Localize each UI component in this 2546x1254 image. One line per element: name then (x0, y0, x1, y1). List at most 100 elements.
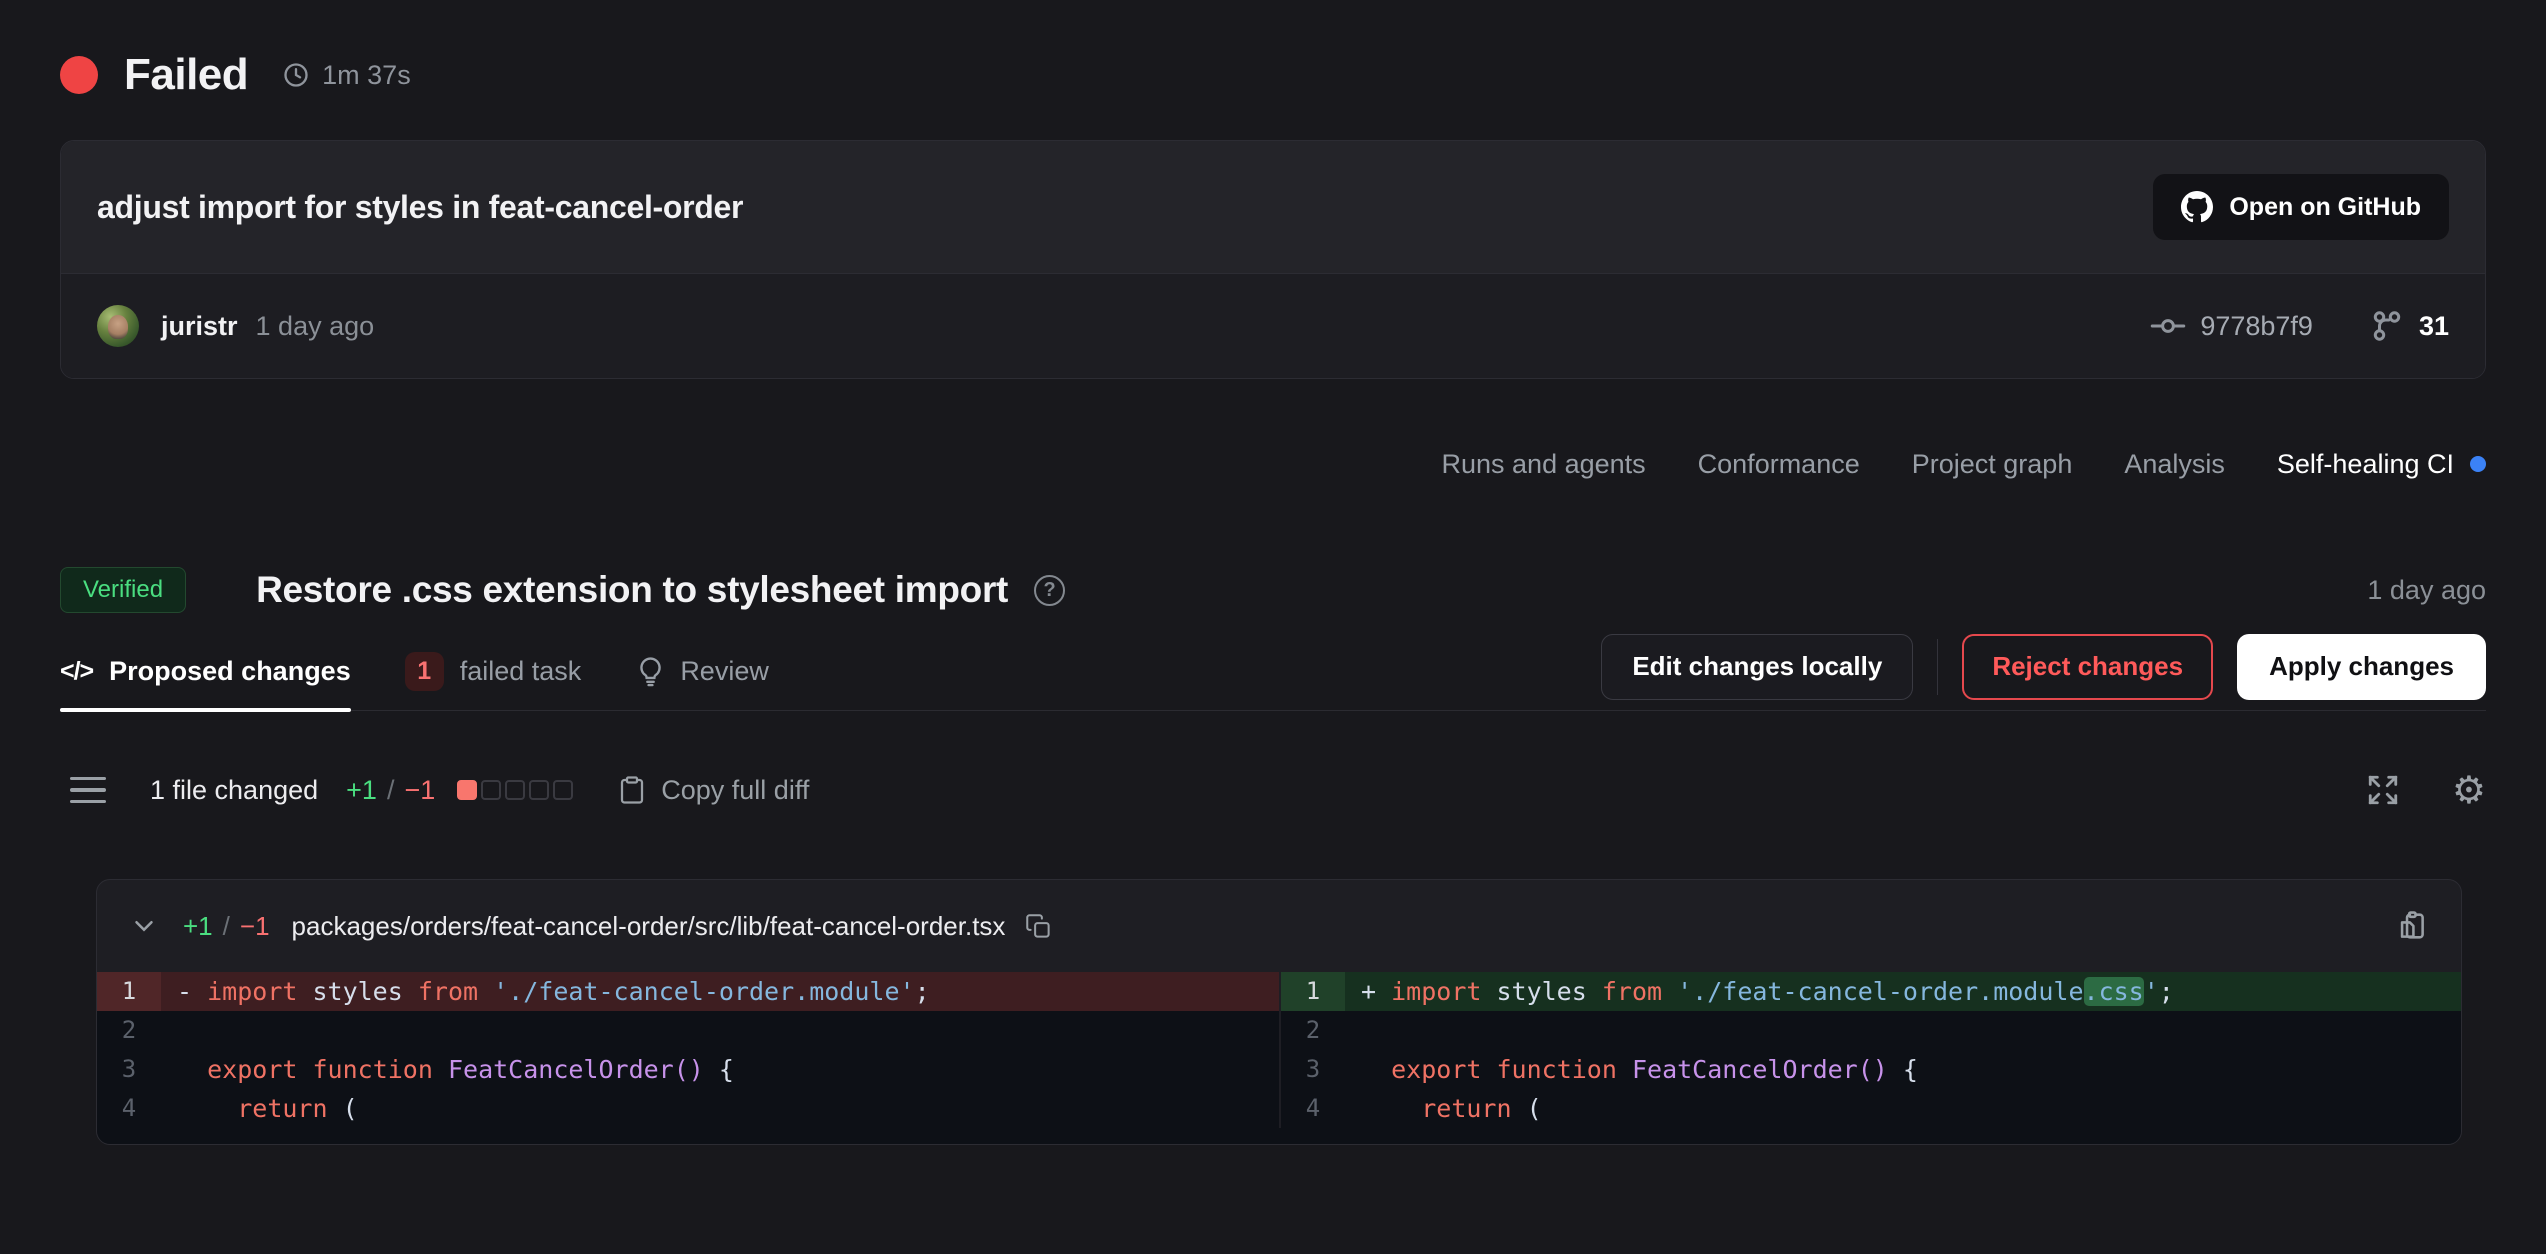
diff-line: 2 (97, 1011, 1279, 1050)
tab-review[interactable]: Review (635, 633, 769, 710)
tab-label: Proposed changes (109, 656, 351, 687)
apply-changes-button[interactable]: Apply changes (2237, 634, 2486, 700)
nav-item-self-healing-ci[interactable]: Self-healing CI (2277, 449, 2486, 480)
copy-full-diff-button[interactable]: Copy full diff (617, 775, 809, 806)
status-label: Failed (124, 50, 248, 100)
tab-label: failed task (460, 656, 582, 687)
diff-stats: +1 / −1 (346, 775, 435, 806)
line-number: 2 (97, 1011, 161, 1050)
line-number: 4 (97, 1089, 161, 1128)
commit-card: adjust import for styles in feat-cancel-… (60, 140, 2486, 379)
diff-square (457, 780, 477, 800)
commit-card-top: adjust import for styles in feat-cancel-… (61, 141, 2485, 273)
git-fork-icon (2369, 308, 2405, 344)
diff-square (529, 780, 549, 800)
file-deletions: −1 (240, 911, 270, 942)
diff-pane-new: 1+ import styles from './feat-cancel-ord… (1279, 972, 2461, 1128)
failed-status-icon (60, 56, 98, 94)
commit-sha-group[interactable]: 9778b7f9 (2150, 308, 2313, 344)
reject-changes-button[interactable]: Reject changes (1962, 634, 2213, 700)
clipboard-icon (617, 775, 647, 805)
commit-sha: 9778b7f9 (2200, 311, 2313, 342)
commit-icon (2150, 308, 2186, 344)
line-number: 3 (1281, 1050, 1345, 1089)
diff-squares (457, 780, 573, 800)
line-number: 1 (97, 972, 161, 1011)
workspace-nav: Runs and agents Conformance Project grap… (60, 439, 2486, 489)
branch-count: 31 (2419, 311, 2449, 342)
action-buttons: Edit changes locally Reject changes Appl… (1601, 634, 2486, 700)
diff-line: 1+ import styles from './feat-cancel-ord… (1281, 972, 2461, 1011)
chevron-down-icon[interactable] (129, 911, 159, 941)
file-list-menu-icon[interactable] (70, 773, 106, 808)
verified-badge: Verified (60, 567, 186, 613)
file-stats-separator: / (223, 911, 230, 942)
vertical-divider (1937, 639, 1938, 695)
clock-icon (282, 61, 310, 89)
tab-label: Review (680, 656, 769, 687)
diff-line: 1- import styles from './feat-cancel-ord… (97, 972, 1279, 1011)
lightbulb-icon (635, 656, 666, 687)
deletions-count: −1 (404, 775, 435, 806)
page: Failed 1m 37s adjust import for styles i… (0, 0, 2546, 1145)
diff-line: 3 export function FeatCancelOrder() { (97, 1050, 1279, 1089)
expand-icon[interactable] (2366, 773, 2400, 807)
diff-square (505, 780, 525, 800)
fix-header: Verified Restore .css extension to style… (60, 559, 2486, 621)
open-on-github-label: Open on GitHub (2229, 193, 2421, 222)
diff-card: +1 / −1 packages/orders/feat-cancel-orde… (96, 879, 2462, 1145)
diff-line: 2 (1281, 1011, 2461, 1050)
diff-file-header: +1 / −1 packages/orders/feat-cancel-orde… (97, 880, 2461, 972)
active-tab-underline (60, 708, 351, 712)
files-changed-label: 1 file changed (150, 775, 318, 806)
copy-file-diff-icon[interactable] (2395, 909, 2429, 943)
gear-icon[interactable]: ⚙ (2452, 771, 2486, 809)
diff-line: 4 return ( (97, 1089, 1279, 1128)
nav-item-runs-and-agents[interactable]: Runs and agents (1442, 449, 1646, 480)
nav-item-conformance[interactable]: Conformance (1698, 449, 1860, 480)
additions-count: +1 (346, 775, 377, 806)
github-icon (2181, 191, 2213, 223)
author-name: juristr (161, 311, 238, 342)
failed-count-badge: 1 (405, 652, 444, 691)
copy-full-diff-label: Copy full diff (661, 775, 809, 806)
run-duration: 1m 37s (322, 60, 411, 91)
line-number: 4 (1281, 1089, 1345, 1128)
stats-separator: / (387, 775, 395, 806)
tab-failed-task[interactable]: 1 failed task (405, 633, 582, 710)
help-icon[interactable]: ? (1034, 575, 1065, 606)
diff-square (481, 780, 501, 800)
nav-item-project-graph[interactable]: Project graph (1912, 449, 2073, 480)
tab-proposed-changes[interactable]: </> Proposed changes (60, 633, 351, 710)
toolbar-right: ⚙ (2366, 771, 2486, 809)
commit-meta: 9778b7f9 31 (2150, 308, 2449, 344)
commit-title: adjust import for styles in feat-cancel-… (97, 189, 743, 226)
open-on-github-button[interactable]: Open on GitHub (2153, 174, 2449, 240)
file-path: packages/orders/feat-cancel-order/src/li… (292, 911, 1006, 942)
app-root: Failed 1m 37s adjust import for styles i… (0, 0, 2546, 1254)
branch-count-group[interactable]: 31 (2369, 308, 2449, 344)
diff-line: 3 export function FeatCancelOrder() { (1281, 1050, 2461, 1089)
edit-changes-locally-button[interactable]: Edit changes locally (1601, 634, 1913, 700)
fix-timestamp: 1 day ago (2367, 575, 2486, 606)
diff-line: 4 return ( (1281, 1089, 2461, 1128)
line-number: 2 (1281, 1011, 1345, 1050)
author-group: juristr 1 day ago (97, 305, 374, 347)
status-row: Failed 1m 37s (60, 52, 2486, 98)
help-glyph: ? (1043, 579, 1055, 602)
commit-card-bottom: juristr 1 day ago 9778b7f9 31 (61, 273, 2485, 378)
line-number: 1 (1281, 972, 1345, 1011)
copy-path-icon[interactable] (1025, 913, 1052, 940)
fix-title: Restore .css extension to stylesheet imp… (256, 569, 1008, 611)
diff-toolbar: 1 file changed +1 / −1 Copy full diff ⚙ (60, 759, 2486, 821)
diff-pane-old: 1- import styles from './feat-cancel-ord… (97, 972, 1279, 1128)
commit-timestamp: 1 day ago (256, 311, 375, 342)
nav-item-label: Self-healing CI (2277, 449, 2454, 480)
file-diff-stats: +1 / −1 (183, 911, 270, 942)
nav-item-analysis[interactable]: Analysis (2124, 449, 2225, 480)
file-additions: +1 (183, 911, 213, 942)
code-icon: </> (60, 657, 93, 686)
tabs-row: </> Proposed changes 1 failed task Revie… (60, 633, 2486, 711)
line-number: 3 (97, 1050, 161, 1089)
diff-square (553, 780, 573, 800)
